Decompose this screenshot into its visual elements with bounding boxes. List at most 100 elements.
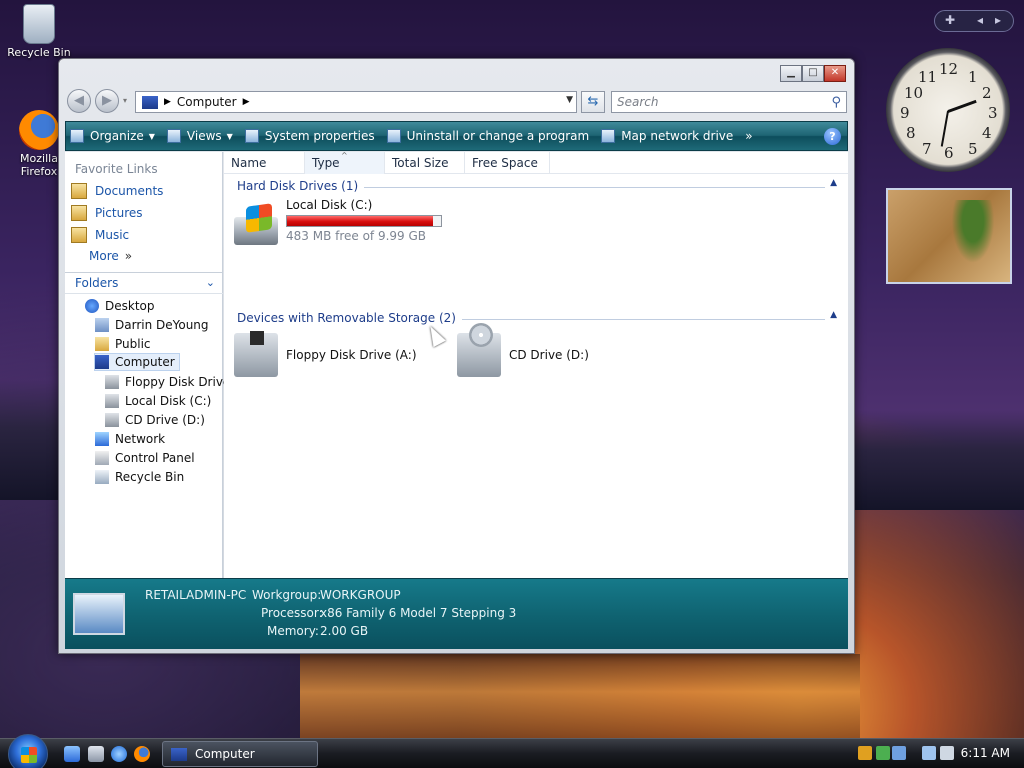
chevron-up-icon[interactable]: ▲ (827, 310, 837, 320)
folder-icon (95, 337, 109, 351)
favorite-link-music[interactable]: Music (71, 227, 129, 243)
next-icon[interactable]: ▸ (995, 13, 1001, 27)
navigation-bar: ◀ ▶ ▾ ▶ Computer ▶ ▼ ⇆ Search ⚲ (65, 87, 848, 115)
clock-number: 1 (968, 68, 978, 86)
hard-disk-icon (234, 202, 278, 245)
update-icon[interactable] (876, 746, 890, 760)
details-pane: RETAILADMIN-PC Workgroup: WORKGROUP Proc… (65, 578, 848, 649)
firefox-icon (19, 110, 59, 150)
tree-item-computer[interactable]: Computer (94, 353, 180, 371)
favorite-link-pictures[interactable]: Pictures (71, 205, 143, 221)
tree-item-desktop[interactable]: Desktop (85, 297, 155, 315)
uninstall-icon (386, 129, 401, 143)
breadcrumb-chevron-icon[interactable]: ▶ (164, 97, 171, 107)
sidebar-gadget-controls[interactable]: ✚ ◂ ▸ (934, 10, 1014, 32)
breadcrumb-chevron-icon[interactable]: ▶ (243, 97, 250, 107)
wallpaper-city-left (0, 380, 60, 500)
tree-item-label: Darrin DeYoung (115, 318, 209, 332)
search-input[interactable]: Search ⚲ (611, 91, 847, 113)
show-desktop-icon[interactable] (64, 746, 80, 762)
address-dropdown-icon[interactable]: ▼ (566, 95, 573, 105)
drive-item-cd[interactable]: CD Drive (D:) (457, 323, 589, 377)
group-title: Devices with Removable Storage (2) (237, 311, 462, 325)
volume-icon[interactable] (940, 746, 954, 760)
clock-gadget[interactable]: 12 1 2 3 4 5 6 7 8 9 10 11 (886, 48, 1010, 172)
user-folder-icon (95, 318, 109, 332)
breadcrumb-computer[interactable]: Computer (177, 95, 237, 109)
system-properties-button[interactable]: System properties (244, 129, 375, 143)
address-bar[interactable]: ▶ Computer ▶ ▼ (135, 91, 577, 113)
switch-windows-icon[interactable] (88, 746, 104, 762)
tree-item-control-panel[interactable]: Control Panel (95, 449, 195, 467)
column-header-total-size[interactable]: Total Size (385, 152, 465, 174)
memory-value: 2.00 GB (320, 624, 369, 638)
drive-item-floppy[interactable]: Floppy Disk Drive (A:) (234, 331, 417, 377)
tree-item-floppy[interactable]: Floppy Disk Drive (105, 373, 230, 391)
search-icon[interactable]: ⚲ (831, 93, 841, 113)
tree-item-user[interactable]: Darrin DeYoung (95, 316, 209, 334)
tree-item-network[interactable]: Network (95, 430, 165, 448)
toolbar-overflow-button[interactable]: » (745, 129, 752, 143)
security-shield-icon[interactable] (858, 746, 872, 760)
refresh-button[interactable]: ⇆ (581, 91, 605, 113)
tree-item-public[interactable]: Public (95, 335, 151, 353)
column-header-name[interactable]: Name (224, 152, 305, 174)
tree-item-label: Public (115, 337, 151, 351)
organize-button[interactable]: Organize ▼ (70, 129, 155, 143)
desktop-icon-recycle-bin[interactable]: Recycle Bin (4, 4, 74, 59)
column-headers: Name Type ^ Total Size Free Space (224, 151, 848, 174)
folders-header[interactable]: Folders ⌄ (65, 272, 223, 294)
drive-free-space: 483 MB free of 9.99 GB (286, 229, 427, 243)
tree-item-label: Floppy Disk Drive (125, 375, 231, 389)
back-button[interactable]: ◀ (67, 89, 91, 113)
slideshow-gadget[interactable] (886, 188, 1012, 284)
clock-number: 2 (982, 84, 992, 102)
uninstall-label: Uninstall or change a program (406, 129, 590, 143)
wallpaper-city (855, 410, 1024, 510)
views-button[interactable]: Views ▼ (166, 129, 233, 143)
minimize-button[interactable]: ▁ (780, 65, 802, 82)
system-tray: 6:11 AM (852, 739, 1024, 768)
search-placeholder: Search (617, 95, 659, 109)
favorite-link-more[interactable]: More » (89, 249, 132, 263)
column-header-type[interactable]: Type ^ (305, 151, 385, 174)
recent-pages-icon[interactable]: ▾ (123, 96, 127, 105)
map-network-drive-button[interactable]: Map network drive (601, 129, 733, 143)
organize-icon (70, 129, 84, 143)
documents-icon (71, 183, 87, 199)
previous-icon[interactable]: ◂ (977, 13, 983, 27)
cd-drive-icon (105, 413, 119, 427)
tree-item-label: Control Panel (115, 451, 195, 465)
music-icon (71, 227, 87, 243)
network-icon (95, 432, 109, 446)
clock-time[interactable]: 6:11 AM (961, 746, 1010, 760)
uninstall-program-button[interactable]: Uninstall or change a program (386, 129, 590, 143)
close-button[interactable]: ✕ (824, 65, 846, 82)
network-status-icon[interactable] (922, 746, 936, 760)
favorite-links-title: Favorite Links (75, 162, 158, 176)
help-button[interactable]: ? (824, 128, 841, 145)
start-button[interactable] (8, 734, 48, 768)
tree-item-local-disk[interactable]: Local Disk (C:) (105, 392, 211, 410)
file-list: Name Type ^ Total Size Free Space Hard D… (224, 151, 848, 578)
clock-minute-hand (940, 110, 949, 147)
group-header-hard-disk-drives[interactable]: Hard Disk Drives (1) ▲ (237, 178, 837, 195)
tree-item-recycle-bin[interactable]: Recycle Bin (95, 468, 184, 486)
favorite-link-documents[interactable]: Documents (71, 183, 163, 199)
drive-item-local-disk[interactable]: Local Disk (C:) 483 MB free of 9.99 GB (234, 198, 442, 245)
group-header-removable-storage[interactable]: Devices with Removable Storage (2) ▲ (237, 310, 837, 327)
firefox-icon[interactable] (134, 746, 150, 762)
taskbar-window-computer[interactable]: Computer (162, 741, 318, 767)
internet-explorer-icon[interactable] (111, 746, 127, 762)
forward-button[interactable]: ▶ (95, 89, 119, 113)
tree-item-cd-drive[interactable]: CD Drive (D:) (105, 411, 205, 429)
clock-hour-hand (947, 99, 977, 113)
tree-item-label: Desktop (105, 299, 155, 313)
flag-icon[interactable] (892, 746, 906, 760)
column-header-free-space[interactable]: Free Space (465, 152, 550, 174)
computer-name: RETAILADMIN-PC (145, 588, 247, 602)
chevron-up-icon[interactable]: ▲ (827, 178, 837, 188)
maximize-button[interactable]: □ (802, 65, 824, 82)
add-gadget-icon[interactable]: ✚ (945, 13, 955, 27)
views-icon (166, 129, 181, 143)
